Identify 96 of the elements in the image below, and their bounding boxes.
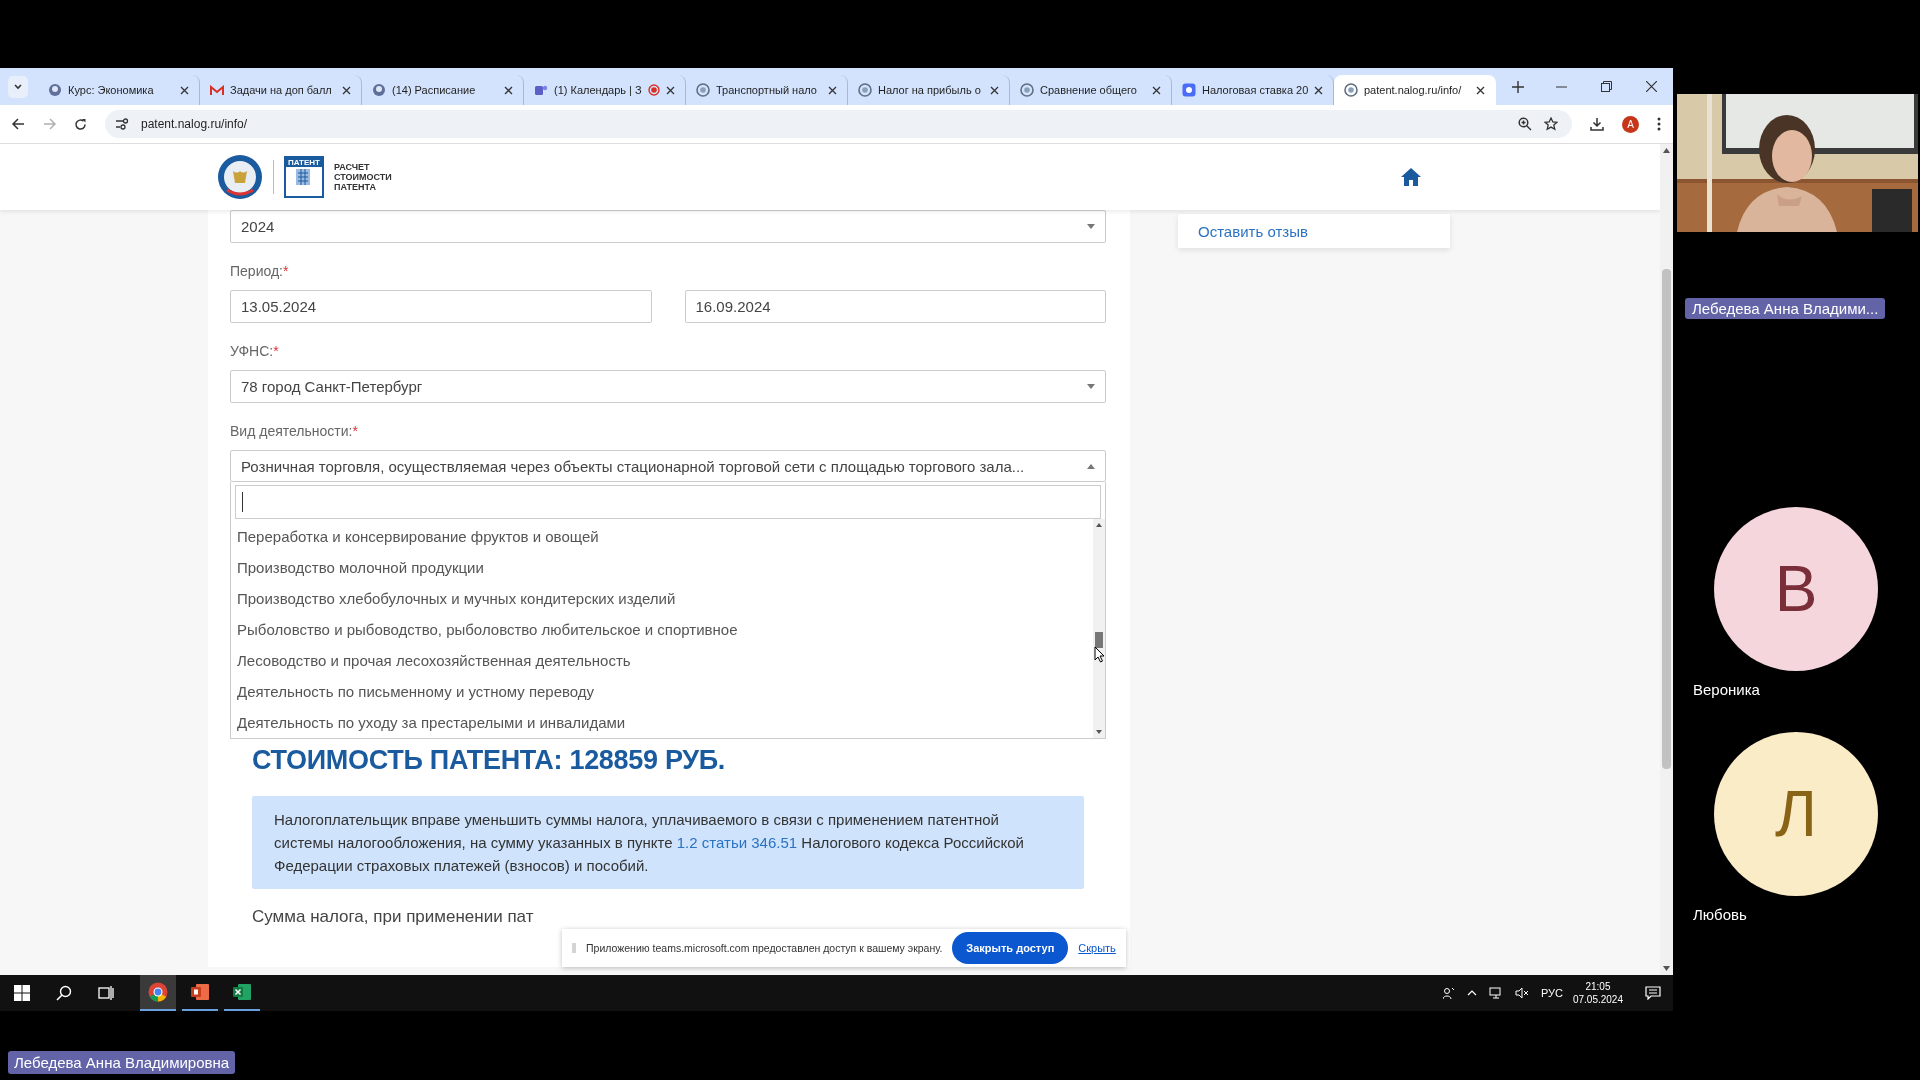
participant-avatar: Л — [1714, 732, 1878, 896]
article-link[interactable]: 1.2 статьи 346.51 — [676, 834, 798, 851]
network-icon[interactable] — [1488, 987, 1503, 999]
dropdown-option[interactable]: Переработка и консервирование фруктов и овощей — [237, 521, 1087, 552]
minimize-icon[interactable] — [1556, 85, 1567, 88]
participant-name-tag: Лебедева Анна Владими... — [1685, 298, 1886, 319]
site-icon — [48, 83, 62, 97]
year-select[interactable]: 2024 — [230, 210, 1106, 243]
download-icon[interactable] — [1590, 117, 1604, 131]
dropdown-option[interactable]: Рыболовство и рыбоводство, рыболовство любительское и спортивное — [237, 614, 1087, 645]
back-icon[interactable] — [12, 118, 25, 130]
scroll-down-icon[interactable] — [1096, 730, 1102, 734]
scrollbar-thumb[interactable] — [1662, 268, 1671, 770]
close-icon[interactable] — [342, 85, 351, 95]
reload-icon[interactable] — [74, 117, 87, 131]
date-field[interactable]: 16.09.2024 — [684, 290, 1106, 323]
chrome-icon — [148, 982, 168, 1002]
clock-time[interactable]: 21:05 — [1585, 980, 1611, 993]
emblem-icon — [217, 154, 263, 200]
site-icon — [1344, 83, 1358, 97]
powerpoint-icon — [190, 983, 210, 1001]
logo-title: РАСЧЕТ СТОИМОСТИ ПАТЕНТА — [334, 162, 392, 192]
task-view-icon[interactable] — [98, 985, 114, 1001]
dropdown-option[interactable]: Производство молочной продукции — [237, 552, 1087, 583]
site-icon — [372, 83, 386, 97]
new-tab-icon[interactable] — [1512, 80, 1524, 93]
drag-handle-icon[interactable] — [572, 943, 576, 953]
date-field[interactable]: 13.05.2024 — [230, 290, 652, 323]
address-field[interactable]: patent.nalog.ru/info/ — [105, 110, 1572, 138]
scroll-up-icon[interactable] — [1096, 523, 1102, 527]
clock-date[interactable]: 07.05.2024 — [1572, 993, 1623, 1006]
site-settings-icon[interactable] — [115, 118, 129, 130]
info-text: Налогоплательщик вправе уменьшить суммы налога, уплачиваемого в связи с применением патентной системы налогообложения, на сумму указанных в пункте 1.2 статьи 346.51 Налогового кодекса Российской Федерации страховых платежей (взносов) и пособий. — [274, 810, 1025, 876]
feedback-link[interactable]: Оставить отзыв — [1198, 222, 1308, 240]
scrollbar[interactable] — [1660, 144, 1673, 975]
restore-icon[interactable] — [1601, 81, 1612, 92]
star-icon[interactable] — [1544, 117, 1558, 131]
excel-icon — [232, 983, 252, 1001]
mail-icon — [210, 84, 224, 96]
field-label: Вид деятельности:* — [230, 423, 359, 439]
site-icon — [858, 83, 872, 97]
dropdown-option[interactable]: Лесоводство и прочая лесохозяйственная деятельность — [237, 645, 1087, 676]
caret-up-icon[interactable] — [1466, 990, 1477, 996]
site-icon — [696, 83, 710, 97]
activity-select[interactable]: Розничная торговля, осуществляемая через объекты стационарной торговой сети с площадью торгового зала... — [230, 450, 1106, 482]
caret-icon — [1087, 384, 1095, 389]
close-icon[interactable] — [990, 85, 999, 95]
tax-sum-text: Сумма налога, при применении пат — [252, 907, 535, 927]
field-label: УФНС:* — [230, 343, 280, 359]
close-icon[interactable] — [828, 85, 837, 95]
dropdown-option[interactable]: Деятельность по письменному и устному переводу — [237, 676, 1087, 707]
dropdown-option[interactable]: Производство хлебобулочных и мучных кондитерских изделий — [237, 583, 1087, 614]
zoom-icon[interactable] — [1518, 117, 1532, 131]
scrollbar-thumb[interactable] — [1095, 632, 1103, 649]
browser-tab[interactable]: patent.nalog.ru/info/ — [1334, 75, 1496, 105]
share-message: Приложению teams.microsoft.com предоставлен доступ к вашему экрану. — [586, 942, 943, 954]
scroll-up-icon[interactable] — [1663, 148, 1670, 153]
hide-link[interactable]: Скрыть — [1078, 942, 1116, 954]
home-icon[interactable] — [1400, 167, 1422, 187]
notification-icon[interactable] — [1645, 986, 1661, 1000]
participant-name: Любовь — [1693, 906, 1747, 923]
language-indicator[interactable]: РУС — [1540, 987, 1563, 999]
stop-sharing-button[interactable]: Закрыть доступ — [952, 932, 1069, 964]
chevron-down-icon — [13, 81, 23, 92]
tab-list-button[interactable] — [8, 75, 28, 98]
cost-heading: СТОИМОСТЬ ПАТЕНТА: 128859 РУБ. — [252, 745, 727, 776]
site-icon — [1020, 83, 1034, 97]
person-icon[interactable] — [1442, 987, 1455, 999]
speaker-muted-icon[interactable] — [1514, 987, 1529, 999]
scroll-down-icon[interactable] — [1663, 966, 1670, 971]
field-label: Период:* — [230, 263, 290, 279]
presenter-name-tag: Лебедева Анна Владимировна — [8, 1051, 236, 1074]
caret-icon — [1087, 463, 1095, 469]
caret-icon — [1087, 224, 1095, 229]
app-icon — [1182, 83, 1196, 97]
close-icon[interactable] — [504, 85, 513, 95]
teams-icon — [534, 83, 548, 97]
close-icon[interactable] — [1152, 85, 1161, 95]
ufns-select[interactable]: 78 город Санкт-Петербург — [230, 370, 1106, 403]
close-icon[interactable] — [666, 85, 675, 95]
participant-avatar: В — [1714, 507, 1878, 671]
participant-name: Вероника — [1693, 681, 1760, 698]
search-field[interactable] — [235, 485, 1101, 519]
windows-icon[interactable] — [14, 985, 30, 1001]
menu-icon[interactable] — [1657, 117, 1661, 131]
dropdown-option[interactable]: Деятельность по уходу за престарелыми и инвалидами — [237, 707, 1087, 738]
close-icon[interactable] — [180, 85, 189, 95]
chrome-taskbar-button[interactable] — [140, 975, 176, 1011]
close-icon[interactable] — [1646, 81, 1657, 92]
profile-avatar[interactable]: A — [1622, 115, 1639, 133]
record-icon — [648, 84, 660, 96]
close-icon[interactable] — [1314, 85, 1323, 95]
search-icon[interactable] — [56, 985, 72, 1001]
scrollbar[interactable] — [1093, 519, 1105, 738]
close-icon[interactable] — [1476, 85, 1485, 95]
patent-logo: ПАТЕНТ — [284, 156, 324, 198]
